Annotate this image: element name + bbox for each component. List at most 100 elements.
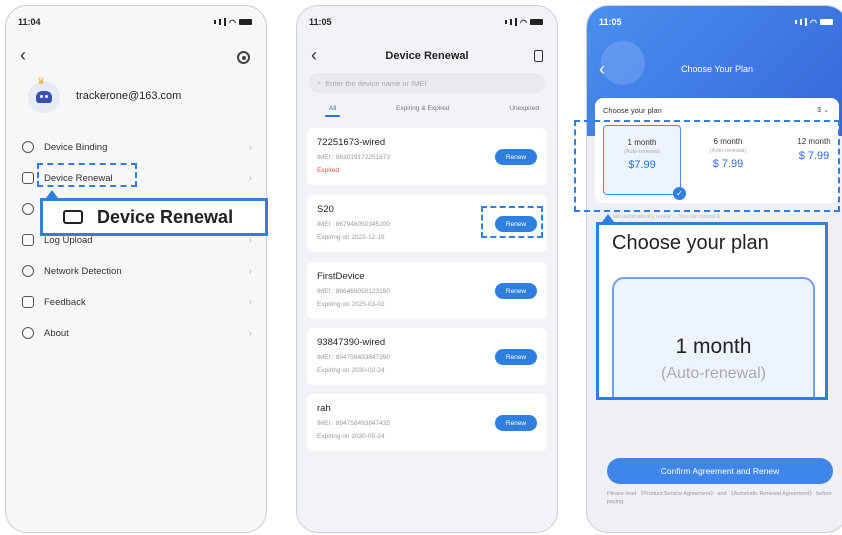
zoom-month: 1 month: [675, 335, 752, 358]
search-input[interactable]: ⌕ Enter the device name or IMEI: [309, 73, 545, 93]
decorative-circle: [601, 41, 645, 85]
menu-label: Network Detection: [44, 265, 122, 277]
search-icon: ⌕: [317, 78, 322, 87]
device-status: Expiring on 2030-05-24: [317, 433, 385, 440]
chevron-right-icon: ›: [248, 296, 252, 308]
device-imei: IMEI : 894758493847390: [317, 354, 391, 361]
device-imei: IMEI : 866469050123160: [317, 288, 391, 295]
status-icons: ◠: [505, 18, 543, 27]
device-imei: IMEI : 894758493847435: [317, 420, 391, 427]
device-imei: IMEI : 863019172251673: [317, 154, 391, 161]
chevron-right-icon: ›: [248, 265, 252, 277]
renew-button[interactable]: Renew: [495, 415, 537, 431]
wifi-icon: ◠: [229, 17, 236, 27]
signal-icon: [795, 20, 798, 24]
callout-pointer: [46, 190, 58, 198]
renewal-note: ... will automatically renew ... You can…: [607, 214, 720, 220]
link-icon: [22, 141, 34, 153]
menu-label: Log Upload: [44, 234, 93, 246]
device-status: Expiring on 2025-03-02: [317, 301, 385, 308]
renew-button[interactable]: Renew: [495, 283, 537, 299]
info-icon: [22, 327, 34, 339]
panel-heading: Choose your plan: [603, 106, 662, 115]
status-bar: 11:04 ◠: [18, 16, 252, 28]
renew-button[interactable]: Renew: [495, 149, 537, 165]
status-icons: ◠: [214, 18, 252, 27]
status-icons: ◠: [795, 18, 833, 27]
highlight-plan-row: [574, 120, 840, 212]
battery-icon: [239, 19, 252, 25]
status-bar: 11:05 ◠: [309, 16, 543, 28]
signal-icon: [214, 20, 217, 24]
battery-icon: [530, 19, 543, 25]
gear-icon[interactable]: [237, 51, 250, 64]
search-placeholder: Enter the device name or IMEI: [325, 78, 427, 88]
clipboard-icon[interactable]: [534, 50, 543, 62]
back-icon[interactable]: ‹: [20, 46, 26, 64]
chevron-right-icon: ›: [248, 327, 252, 339]
battery-icon: [820, 19, 833, 25]
phone-profile-screen: 11:04 ◠ ‹ ♛ trackerone@163.com Device Bi…: [5, 5, 267, 533]
wifi-icon: ◠: [520, 17, 527, 27]
chevron-right-icon: ›: [248, 141, 252, 153]
crown-icon: ♛: [37, 76, 46, 86]
upload-icon: [22, 234, 34, 246]
zoom-auto: (Auto-renewal): [661, 365, 766, 382]
menu-item-device-binding[interactable]: Device Binding ›: [22, 139, 252, 155]
feedback-icon: [22, 296, 34, 308]
robot-icon: [36, 91, 52, 103]
avatar[interactable]: ♛: [28, 76, 60, 113]
menu-label: Feedback: [44, 296, 86, 308]
account-email: trackerone@163.com: [76, 90, 182, 102]
renew-button[interactable]: Renew: [495, 349, 537, 365]
wallet-icon: [22, 172, 34, 184]
page-title: Choose Your Plan: [680, 64, 754, 74]
device-name: 93847390-wired: [317, 337, 386, 348]
status-bar: 11:05 ◠: [599, 16, 833, 28]
tab-bar: All Expiring & Expired Unexpired: [307, 105, 547, 117]
device-card[interactable]: FirstDevice IMEI : 866469050123160 Expir…: [307, 262, 547, 319]
menu-item-network-detection[interactable]: Network Detection ›: [22, 263, 252, 279]
device-imei: IMEI : 867946050345200: [317, 221, 391, 228]
status-time: 11:04: [18, 17, 41, 27]
device-name: FirstDevice: [317, 271, 365, 282]
device-card[interactable]: rah IMEI : 894758493847435 Expiring on 2…: [307, 394, 547, 451]
tab-all[interactable]: All: [324, 105, 341, 117]
chevron-right-icon: ›: [248, 172, 252, 184]
tab-expiring-expired[interactable]: Expiring & Expired: [396, 105, 449, 112]
device-card[interactable]: 72251673-wired IMEI : 863019172251673 Ex…: [307, 128, 547, 185]
agreement-text[interactable]: Please read 《Product Service Agreement》 …: [607, 490, 833, 507]
zoom-heading: Choose your plan: [612, 232, 769, 254]
highlight-renew-button: [481, 206, 543, 238]
wifi-icon: ◠: [810, 17, 817, 27]
tab-unexpired[interactable]: Unexpired: [509, 105, 539, 112]
cloud-icon: [22, 203, 34, 215]
menu-item-feedback[interactable]: Feedback ›: [22, 294, 252, 310]
menu-item-about[interactable]: About ›: [22, 325, 252, 341]
chevron-right-icon: ›: [248, 234, 252, 246]
signal-icon: [505, 20, 508, 24]
device-status: Expired: [317, 167, 340, 174]
currency-select[interactable]: $ ⌄: [817, 106, 829, 114]
zoom-callout-plan: Choose your plan 1 month (Auto-renewal): [596, 222, 828, 400]
callout-label: Device Renewal: [97, 206, 234, 227]
status-time: 11:05: [599, 17, 622, 27]
phone-device-renewal-screen: 11:05 ◠ ‹ Device Renewal ⌕ Enter the dev…: [296, 5, 558, 533]
highlight-device-renewal: [37, 163, 137, 187]
zoom-plan-card: 1 month (Auto-renewal): [612, 277, 815, 397]
device-name: 72251673-wired: [317, 137, 386, 148]
menu-label: Device Binding: [44, 141, 108, 153]
status-time: 11:05: [309, 17, 332, 27]
wallet-icon: [63, 210, 83, 224]
device-name: S20: [317, 204, 334, 215]
confirm-renew-button[interactable]: Confirm Agreement and Renew: [607, 458, 833, 484]
callout-device-renewal: Device Renewal: [40, 198, 268, 236]
device-status: Expiring on 2030-02-24: [317, 367, 385, 374]
device-card[interactable]: 93847390-wired IMEI : 894758493847390 Ex…: [307, 328, 547, 385]
menu-label: About: [44, 327, 69, 339]
callout-pointer: [602, 214, 614, 222]
device-status: Expiring on 2022-12-18: [317, 234, 385, 241]
page-title: Device Renewal: [385, 50, 469, 62]
device-name: rah: [317, 403, 331, 414]
network-icon: [22, 265, 34, 277]
